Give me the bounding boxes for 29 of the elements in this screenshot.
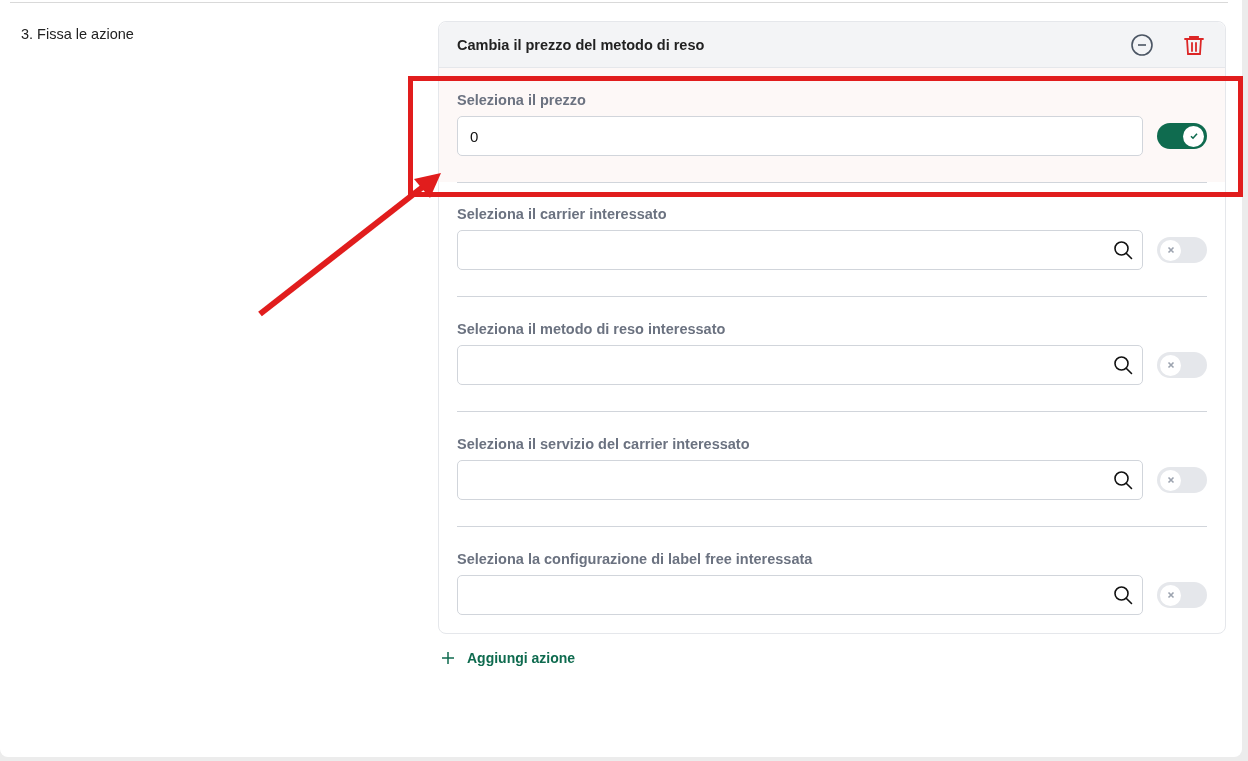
toggle-switch[interactable] <box>1157 237 1207 263</box>
search-field[interactable] <box>457 575 1143 615</box>
action-title: Cambia il prezzo del metodo di reso <box>457 36 706 53</box>
cross-icon <box>1166 591 1175 599</box>
number-input-field[interactable]: 0 <box>457 116 1143 156</box>
field-label: Seleziona il prezzo <box>457 92 587 108</box>
search-field[interactable] <box>457 345 1143 385</box>
cross-icon <box>1166 246 1175 254</box>
search-icon <box>1113 240 1133 260</box>
cross-icon <box>1166 361 1175 369</box>
field-label: Seleziona la configurazione di label free interessata <box>457 551 814 567</box>
step-label: 3. Fissa le azione <box>21 26 134 42</box>
collapse-icon[interactable] <box>1130 32 1154 57</box>
toggle-switch[interactable] <box>1157 582 1207 608</box>
cross-icon <box>1166 476 1175 484</box>
toggle-switch[interactable] <box>1157 467 1207 493</box>
search-icon <box>1113 355 1133 375</box>
search-field[interactable] <box>457 460 1143 500</box>
plus-icon <box>441 651 455 665</box>
search-field[interactable] <box>457 230 1143 270</box>
field-label: Seleziona il metodo di reso interessato <box>457 321 727 337</box>
search-icon <box>1113 470 1133 490</box>
toggle-switch[interactable] <box>1157 123 1207 149</box>
toggle-switch[interactable] <box>1157 352 1207 378</box>
field-label: Seleziona il carrier interessato <box>457 206 668 222</box>
add-action-button[interactable]: Aggiungi azione <box>441 650 576 666</box>
search-icon <box>1113 585 1133 605</box>
check-icon <box>1188 131 1199 141</box>
field-label: Seleziona il servizio del carrier interessato <box>457 436 751 452</box>
